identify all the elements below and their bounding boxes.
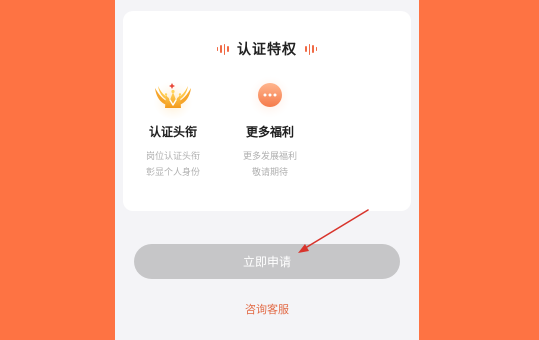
sound-wave-left-icon	[216, 43, 229, 55]
apply-now-button[interactable]: 立即申请	[134, 244, 400, 279]
card-title: 认证特权	[237, 42, 297, 58]
crown-wings-icon	[151, 75, 195, 119]
perk-desc-line: 彰显个人身份	[145, 168, 200, 178]
perk-name: 认证头衔	[148, 125, 197, 139]
perk-more-benefits[interactable]: 更多福利 更多发展福利 敬请期待	[227, 75, 313, 181]
card-header: 认证特权	[123, 39, 411, 59]
phone-screen: 认证特权 认证头衔 岗位认证头衔 彰显个人身份 更多福利 更多发展福利 敬请期待…	[115, 0, 419, 340]
perk-certified-title[interactable]: 认证头衔 岗位认证头衔 彰显个人身份	[130, 75, 216, 181]
more-dots-icon	[248, 75, 292, 119]
consult-support-link[interactable]: 咨询客服	[115, 301, 419, 317]
perk-description: 更多发展福利 敬请期待	[227, 149, 313, 181]
sound-wave-right-icon	[305, 43, 318, 55]
privileges-card: 认证特权 认证头衔 岗位认证头衔 彰显个人身份 更多福利 更多发展福利 敬请期待	[123, 11, 411, 211]
perk-desc-line: 岗位认证头衔	[145, 152, 200, 162]
perk-desc-line: 敬请期待	[251, 168, 288, 178]
perk-desc-line: 更多发展福利	[242, 152, 297, 162]
perk-description: 岗位认证头衔 彰显个人身份	[130, 149, 216, 181]
perk-name: 更多福利	[245, 125, 294, 139]
